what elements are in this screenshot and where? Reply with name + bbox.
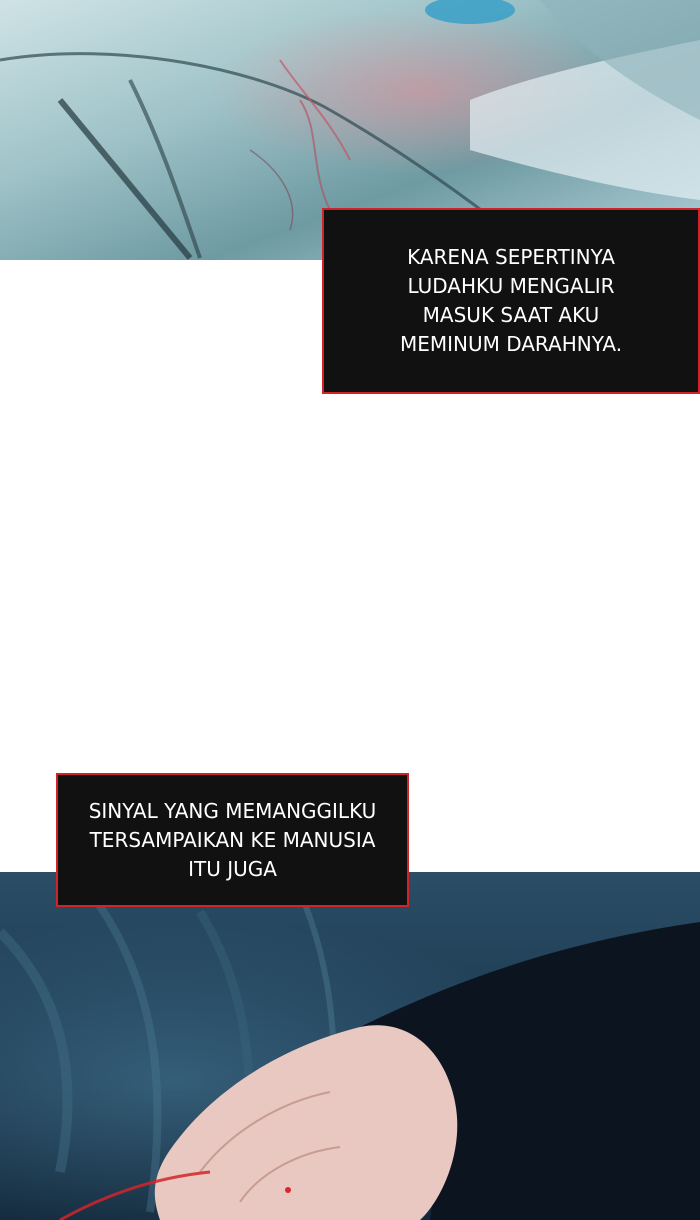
caption-2-line-3: ITU JUGA: [188, 856, 277, 881]
caption-box-2: SINYAL YANG MEMANGGILKU TERSAMPAIKAN KE …: [56, 773, 409, 907]
caption-1-line-3: MASUK SAAT AKU: [422, 303, 600, 327]
caption-2-line-1: SINYAL YANG MEMANGGILKU: [88, 798, 377, 823]
caption-1-line-1: KARENA SEPERTINYA: [407, 245, 615, 269]
caption-1-line-4: MEMINUM DARAHNYA.: [399, 332, 623, 356]
panel-bottom-artwork: [0, 889, 700, 1220]
comic-panel-bottom: [0, 872, 700, 1220]
caption-1-line-2: LUDAHKU MENGALIR: [407, 274, 615, 298]
caption-2-line-2: TERSAMPAIKAN KE MANUSIA: [89, 827, 376, 852]
caption-box-1: KARENA SEPERTINYA LUDAHKU MENGALIR MASUK…: [322, 208, 700, 394]
